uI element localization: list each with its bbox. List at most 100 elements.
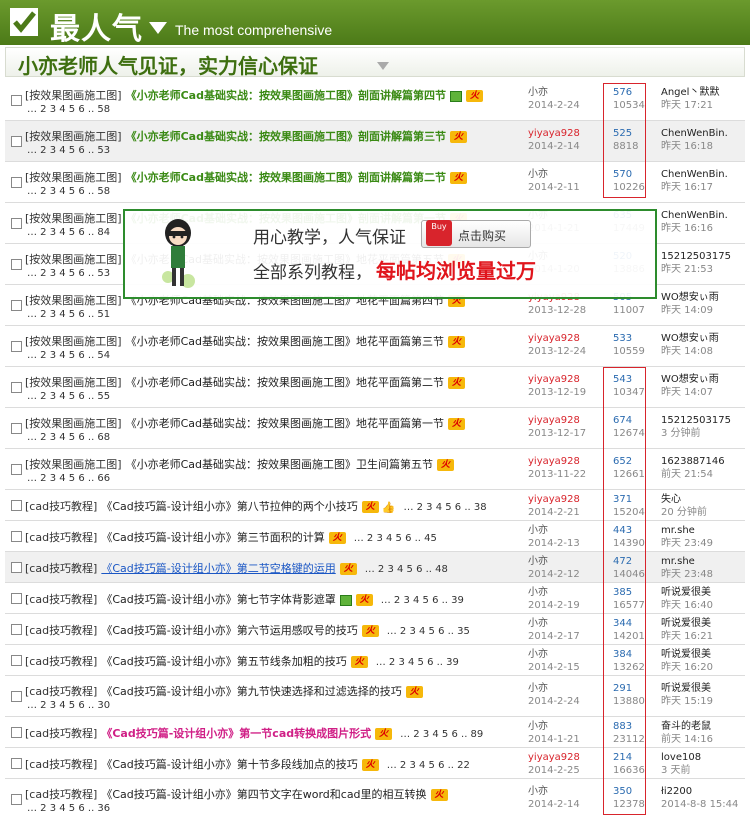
reply-count[interactable]: 543 [613,373,645,386]
last-post-time[interactable]: 昨天 16:17 [661,181,728,194]
thread-category-link[interactable]: [cad技巧教程] [25,624,97,637]
last-post-time[interactable]: 昨天 14:09 [661,304,719,317]
thread-category-link[interactable]: [按效果图画施工图] [25,171,122,184]
thread-category-link[interactable]: [cad技巧教程] [25,685,97,698]
reply-count[interactable]: 384 [613,648,645,661]
thread-category-link[interactable]: [cad技巧教程] [25,562,97,575]
last-poster[interactable]: love108 [661,751,701,764]
last-post-time[interactable]: 昨天 17:21 [661,99,719,112]
page-links[interactable]: … 2 3 4 5 6 .. 66 [27,473,110,484]
page-links[interactable]: … 2 3 4 5 6 .. 36 [27,803,110,814]
author-name[interactable]: yiyaya928 [528,332,586,345]
row-checkbox[interactable] [11,177,22,188]
last-poster[interactable]: WO想安ぃ雨 [661,332,719,345]
thread-title-link[interactable]: 《小亦老师Cad基础实战：按效果图画施工图》剖面讲解篇第三节 [126,130,446,143]
reply-count[interactable]: 533 [613,332,645,345]
author-name[interactable]: 小亦 [528,720,580,733]
reply-count[interactable]: 291 [613,682,645,695]
thread-title-link[interactable]: 《Cad技巧篇-设计组小亦》第八节拉伸的两个小技巧 [101,500,357,513]
last-post-time[interactable]: 前天 21:54 [661,468,725,481]
author-name[interactable]: yiyaya928 [528,127,580,140]
last-poster[interactable]: 听说爱很美 [661,682,713,695]
page-links[interactable]: … 2 3 4 5 6 .. 55 [27,391,110,402]
author-name[interactable]: yiyaya928 [528,414,586,427]
row-checkbox[interactable] [11,136,22,147]
thread-category-link[interactable]: [按效果图画施工图] [25,376,122,389]
author-name[interactable]: yiyaya928 [528,455,586,468]
thread-title-link[interactable]: 《Cad技巧篇-设计组小亦》第十节多段线加点的技巧 [101,758,357,771]
thread-category-link[interactable]: [cad技巧教程] [25,655,97,668]
page-links[interactable]: … 2 3 4 5 6 .. 39 [381,595,464,606]
last-poster[interactable]: WO想安ぃ雨 [661,373,719,386]
row-checkbox[interactable] [11,464,22,475]
row-checkbox[interactable] [11,259,22,270]
page-links[interactable]: … 2 3 4 5 6 .. 51 [27,309,110,320]
last-post-time[interactable]: 昨天 23:48 [661,568,713,581]
page-links[interactable]: … 2 3 4 5 6 .. 48 [365,564,448,575]
last-post-time[interactable]: 昨天 21:53 [661,263,731,276]
thread-title-link[interactable]: 《小亦老师Cad基础实战：按效果图画施工图》地花平面篇第二节 [126,376,444,389]
reply-count[interactable]: 525 [613,127,638,140]
page-links[interactable]: … 2 3 4 5 6 .. 35 [387,626,470,637]
author-name[interactable]: 小亦 [528,785,580,798]
last-poster[interactable]: 1623887146 [661,455,725,468]
row-checkbox[interactable] [11,691,22,702]
page-links[interactable]: … 2 3 4 5 6 .. 22 [387,760,470,771]
reply-count[interactable]: 344 [613,617,645,630]
thread-category-link[interactable]: [按效果图画施工图] [25,458,122,471]
page-links[interactable]: … 2 3 4 5 6 .. 39 [376,657,459,668]
thread-category-link[interactable]: [按效果图画施工图] [25,130,122,143]
thread-category-link[interactable]: [cad技巧教程] [25,531,97,544]
thread-title-link[interactable]: 《Cad技巧篇-设计组小亦》第一节cad转换成图片形式 [101,727,371,740]
thread-category-link[interactable]: [按效果图画施工图] [25,294,122,307]
last-post-time[interactable]: 昨天 16:16 [661,222,728,235]
last-poster[interactable]: 听说爱很美 [661,648,713,661]
row-checkbox[interactable] [11,95,22,106]
reply-count[interactable]: 443 [613,524,645,537]
thread-title-link[interactable]: 《Cad技巧篇-设计组小亦》第二节空格键的运用 [101,562,335,575]
row-checkbox[interactable] [11,500,22,511]
author-name[interactable]: 小亦 [528,86,580,99]
thread-category-link[interactable]: [cad技巧教程] [25,593,97,606]
thread-title-link[interactable]: 《Cad技巧篇-设计组小亦》第九节快速选择和过滤选择的技巧 [101,685,401,698]
thread-title-link[interactable]: 《Cad技巧篇-设计组小亦》第四节文字在word和cad里的相互转换 [101,788,426,801]
last-post-time[interactable]: 3 天前 [661,764,701,777]
last-poster[interactable]: 奋斗的老鼠 [661,720,713,733]
reply-count[interactable]: 385 [613,586,645,599]
author-name[interactable]: 小亦 [528,648,580,661]
page-links[interactable]: … 2 3 4 5 6 .. 84 [27,227,110,238]
thread-category-link[interactable]: [按效果图画施工图] [25,417,122,430]
thread-title-link[interactable]: 《小亦老师Cad基础实战：按效果图画施工图》地花平面篇第一节 [126,417,444,430]
thread-title-link[interactable]: 《Cad技巧篇-设计组小亦》第三节面积的计算 [101,531,324,544]
last-poster[interactable]: 15212503175 [661,250,731,263]
row-checkbox[interactable] [11,727,22,738]
row-checkbox[interactable] [11,593,22,604]
row-checkbox[interactable] [11,300,22,311]
author-name[interactable]: yiyaya928 [528,373,586,386]
last-post-time[interactable]: 3 分钟前 [661,427,731,440]
last-post-time[interactable]: 昨天 16:20 [661,661,713,674]
reply-count[interactable]: 883 [613,720,645,733]
last-poster[interactable]: 听说爱很美 [661,586,713,599]
reply-count[interactable]: 674 [613,414,645,427]
page-links[interactable]: … 2 3 4 5 6 .. 53 [27,145,110,156]
last-post-time[interactable]: 20 分钟前 [661,506,707,519]
author-name[interactable]: yiyaya928 [528,751,580,764]
page-links[interactable]: … 2 3 4 5 6 .. 89 [400,729,483,740]
last-post-time[interactable]: 昨天 16:40 [661,599,713,612]
thread-title-link[interactable]: 《Cad技巧篇-设计组小亦》第五节线条加粗的技巧 [101,655,346,668]
last-post-time[interactable]: 昨天 14:08 [661,345,719,358]
last-poster[interactable]: 15212503175 [661,414,731,427]
thread-title-link[interactable]: 《Cad技巧篇-设计组小亦》第六节运用感叹号的技巧 [101,624,357,637]
thread-category-link[interactable]: [cad技巧教程] [25,727,97,740]
reply-count[interactable]: 214 [613,751,645,764]
page-links[interactable]: … 2 3 4 5 6 .. 45 [354,533,437,544]
reply-count[interactable]: 472 [613,555,645,568]
last-poster[interactable]: 失心 [661,493,707,506]
thread-title-link[interactable]: 《Cad技巧篇-设计组小亦》第七节字体背影遮罩 [101,593,335,606]
row-checkbox[interactable] [11,218,22,229]
reply-count[interactable]: 350 [613,785,645,798]
row-checkbox[interactable] [11,794,22,805]
page-links[interactable]: … 2 3 4 5 6 .. 38 [403,502,486,513]
last-post-time[interactable]: 昨天 23:49 [661,537,713,550]
